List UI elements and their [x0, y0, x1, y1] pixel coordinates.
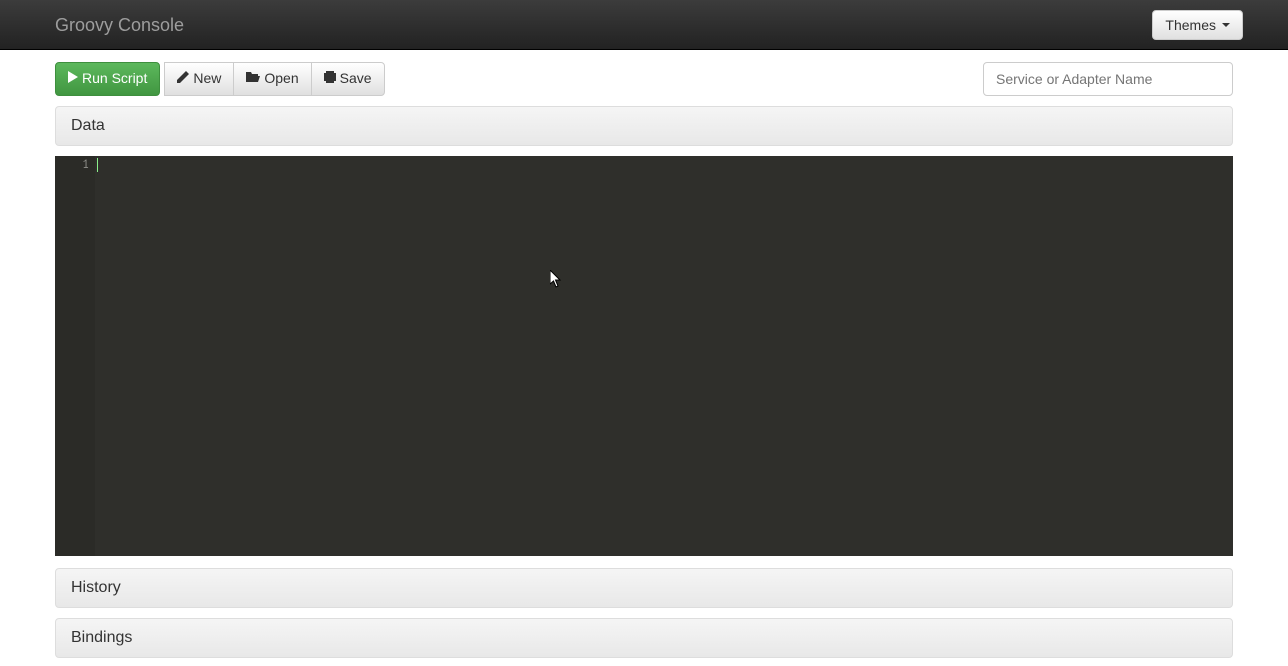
new-button[interactable]: New [164, 62, 234, 96]
toolbar-row: Run Script New Open Save [55, 62, 1233, 96]
run-label: Run Script [82, 69, 147, 89]
save-label: Save [340, 69, 372, 89]
new-label: New [193, 69, 221, 89]
button-group: Run Script New Open Save [55, 62, 385, 96]
bindings-panel-header[interactable]: Bindings [55, 618, 1233, 658]
run-script-button[interactable]: Run Script [55, 62, 160, 96]
chevron-down-icon [1222, 23, 1230, 27]
save-button[interactable]: Save [311, 62, 385, 96]
bindings-panel-label: Bindings [71, 629, 132, 646]
main-content: Run Script New Open Save [0, 50, 1288, 658]
editor-text-area[interactable] [95, 156, 1233, 556]
editor-cursor [97, 158, 98, 172]
line-number: 1 [55, 158, 89, 171]
data-panel-label: Data [71, 117, 105, 134]
history-panel-label: History [71, 579, 121, 596]
data-panel-header[interactable]: Data [55, 106, 1233, 146]
save-icon [324, 69, 336, 89]
folder-open-icon [246, 69, 260, 89]
editor-gutter: 1 [55, 156, 95, 556]
open-button[interactable]: Open [233, 62, 311, 96]
app-title: Groovy Console [55, 0, 184, 50]
open-label: Open [264, 69, 298, 89]
pencil-icon [177, 69, 189, 89]
themes-label: Themes [1165, 17, 1216, 33]
service-adapter-search-input[interactable] [983, 62, 1233, 96]
play-icon [68, 69, 78, 89]
code-editor[interactable]: 1 [55, 156, 1233, 556]
history-panel-header[interactable]: History [55, 568, 1233, 608]
navbar: Groovy Console Themes [0, 0, 1288, 50]
themes-dropdown-button[interactable]: Themes [1152, 10, 1243, 40]
